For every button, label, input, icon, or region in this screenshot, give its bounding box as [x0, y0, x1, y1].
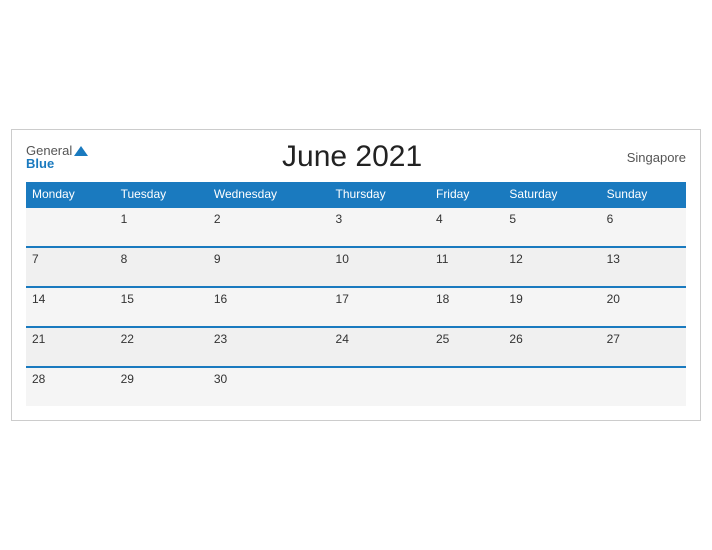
day-number: 22 [121, 332, 202, 346]
calendar-day-cell: 25 [430, 327, 503, 367]
calendar-day-cell [430, 367, 503, 406]
col-sunday: Sunday [601, 182, 686, 207]
calendar-day-cell: 6 [601, 207, 686, 247]
country-label: Singapore [616, 150, 686, 165]
day-number: 10 [336, 252, 424, 266]
day-number: 30 [214, 372, 324, 386]
logo: General Blue [26, 144, 88, 170]
calendar-container: General Blue June 2021 Singapore Monday … [11, 129, 701, 421]
calendar-day-cell: 23 [208, 327, 330, 367]
day-number: 28 [32, 372, 109, 386]
day-number: 14 [32, 292, 109, 306]
calendar-day-cell: 30 [208, 367, 330, 406]
logo-blue-text: Blue [26, 157, 54, 170]
calendar-day-cell: 27 [601, 327, 686, 367]
col-wednesday: Wednesday [208, 182, 330, 207]
calendar-header-row: Monday Tuesday Wednesday Thursday Friday… [26, 182, 686, 207]
calendar-day-cell: 16 [208, 287, 330, 327]
col-tuesday: Tuesday [115, 182, 208, 207]
day-number: 6 [607, 212, 680, 226]
calendar-day-cell: 14 [26, 287, 115, 327]
day-number: 9 [214, 252, 324, 266]
calendar-title: June 2021 [88, 140, 616, 174]
calendar-body: 1234567891011121314151617181920212223242… [26, 207, 686, 406]
day-number: 2 [214, 212, 324, 226]
calendar-day-cell [330, 367, 430, 406]
day-number: 26 [509, 332, 594, 346]
calendar-day-cell: 29 [115, 367, 208, 406]
calendar-day-cell: 22 [115, 327, 208, 367]
col-friday: Friday [430, 182, 503, 207]
day-number: 12 [509, 252, 594, 266]
calendar-day-cell: 5 [503, 207, 600, 247]
calendar-day-cell: 24 [330, 327, 430, 367]
calendar-day-cell: 19 [503, 287, 600, 327]
calendar-day-cell: 7 [26, 247, 115, 287]
day-number: 18 [436, 292, 497, 306]
col-monday: Monday [26, 182, 115, 207]
calendar-day-cell: 12 [503, 247, 600, 287]
calendar-day-cell: 8 [115, 247, 208, 287]
calendar-week-row: 123456 [26, 207, 686, 247]
day-number: 1 [121, 212, 202, 226]
calendar-day-cell: 3 [330, 207, 430, 247]
day-number: 29 [121, 372, 202, 386]
day-number: 20 [607, 292, 680, 306]
day-number: 4 [436, 212, 497, 226]
calendar-header: General Blue June 2021 Singapore [26, 140, 686, 174]
calendar-day-cell: 10 [330, 247, 430, 287]
calendar-table: Monday Tuesday Wednesday Thursday Friday… [26, 182, 686, 406]
day-number: 13 [607, 252, 680, 266]
day-number: 3 [336, 212, 424, 226]
calendar-day-cell: 13 [601, 247, 686, 287]
calendar-day-cell: 1 [115, 207, 208, 247]
day-number: 8 [121, 252, 202, 266]
day-number: 27 [607, 332, 680, 346]
day-number: 7 [32, 252, 109, 266]
day-number: 21 [32, 332, 109, 346]
calendar-day-cell [26, 207, 115, 247]
logo-triangle-icon [74, 146, 88, 156]
calendar-day-cell: 9 [208, 247, 330, 287]
day-number: 17 [336, 292, 424, 306]
calendar-day-cell: 20 [601, 287, 686, 327]
calendar-day-cell: 18 [430, 287, 503, 327]
calendar-day-cell [503, 367, 600, 406]
calendar-day-cell: 21 [26, 327, 115, 367]
col-saturday: Saturday [503, 182, 600, 207]
calendar-day-cell [601, 367, 686, 406]
calendar-day-cell: 26 [503, 327, 600, 367]
day-number: 25 [436, 332, 497, 346]
day-number: 24 [336, 332, 424, 346]
calendar-day-cell: 2 [208, 207, 330, 247]
calendar-day-cell: 4 [430, 207, 503, 247]
day-number: 19 [509, 292, 594, 306]
day-number: 15 [121, 292, 202, 306]
calendar-day-cell: 17 [330, 287, 430, 327]
calendar-week-row: 14 15 16 17 18 19 20 [26, 287, 686, 327]
day-number: 11 [436, 252, 497, 266]
calendar-day-cell: 28 [26, 367, 115, 406]
calendar-week-row: 789 10 11 12 13 [26, 247, 686, 287]
col-thursday: Thursday [330, 182, 430, 207]
day-number: 23 [214, 332, 324, 346]
calendar-day-cell: 15 [115, 287, 208, 327]
day-number: 16 [214, 292, 324, 306]
day-number: 5 [509, 212, 594, 226]
calendar-day-cell: 11 [430, 247, 503, 287]
calendar-week-row: 21 22 23 24 25 26 27 [26, 327, 686, 367]
calendar-week-row: 28 29 30 [26, 367, 686, 406]
